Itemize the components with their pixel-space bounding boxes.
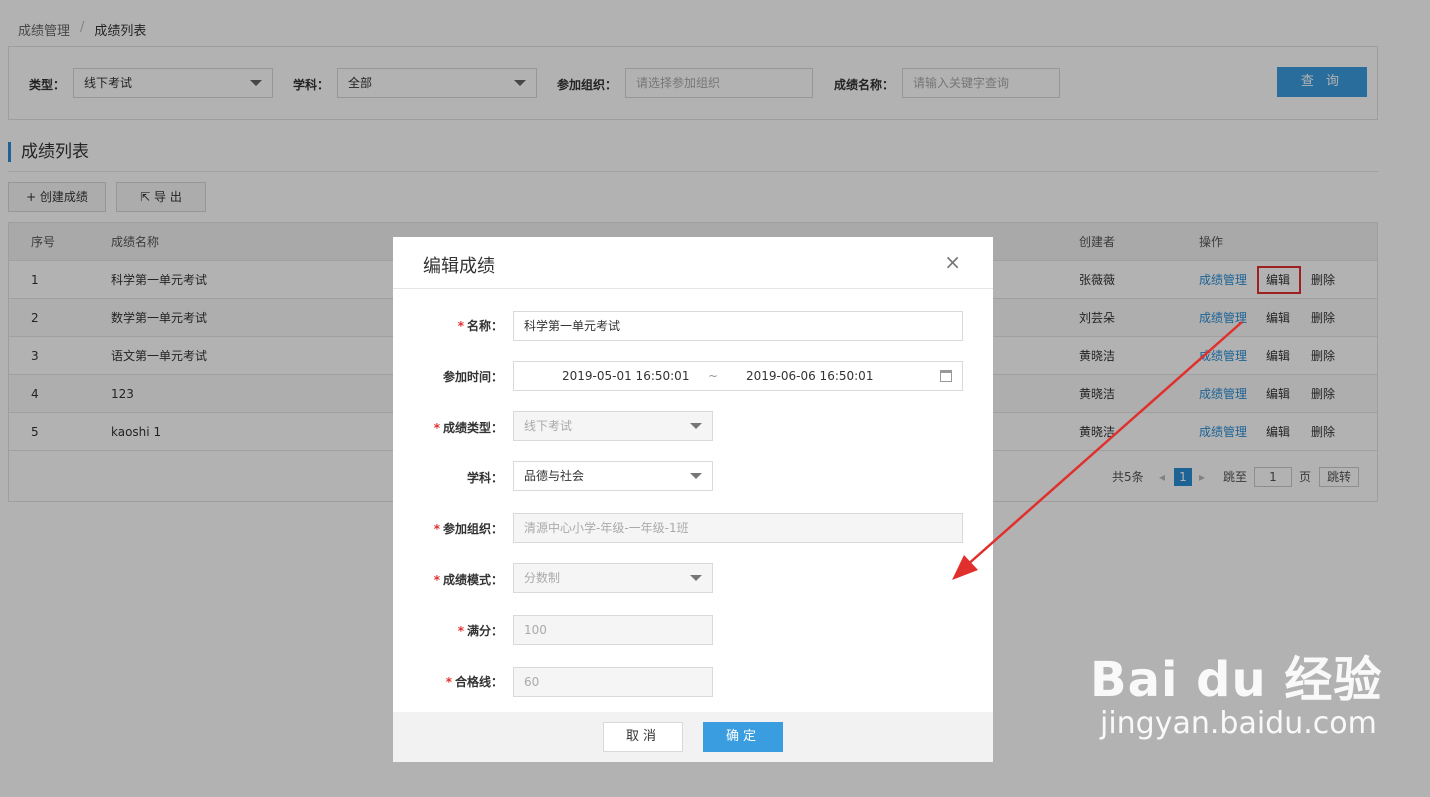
annotation-arrow (952, 321, 1243, 580)
